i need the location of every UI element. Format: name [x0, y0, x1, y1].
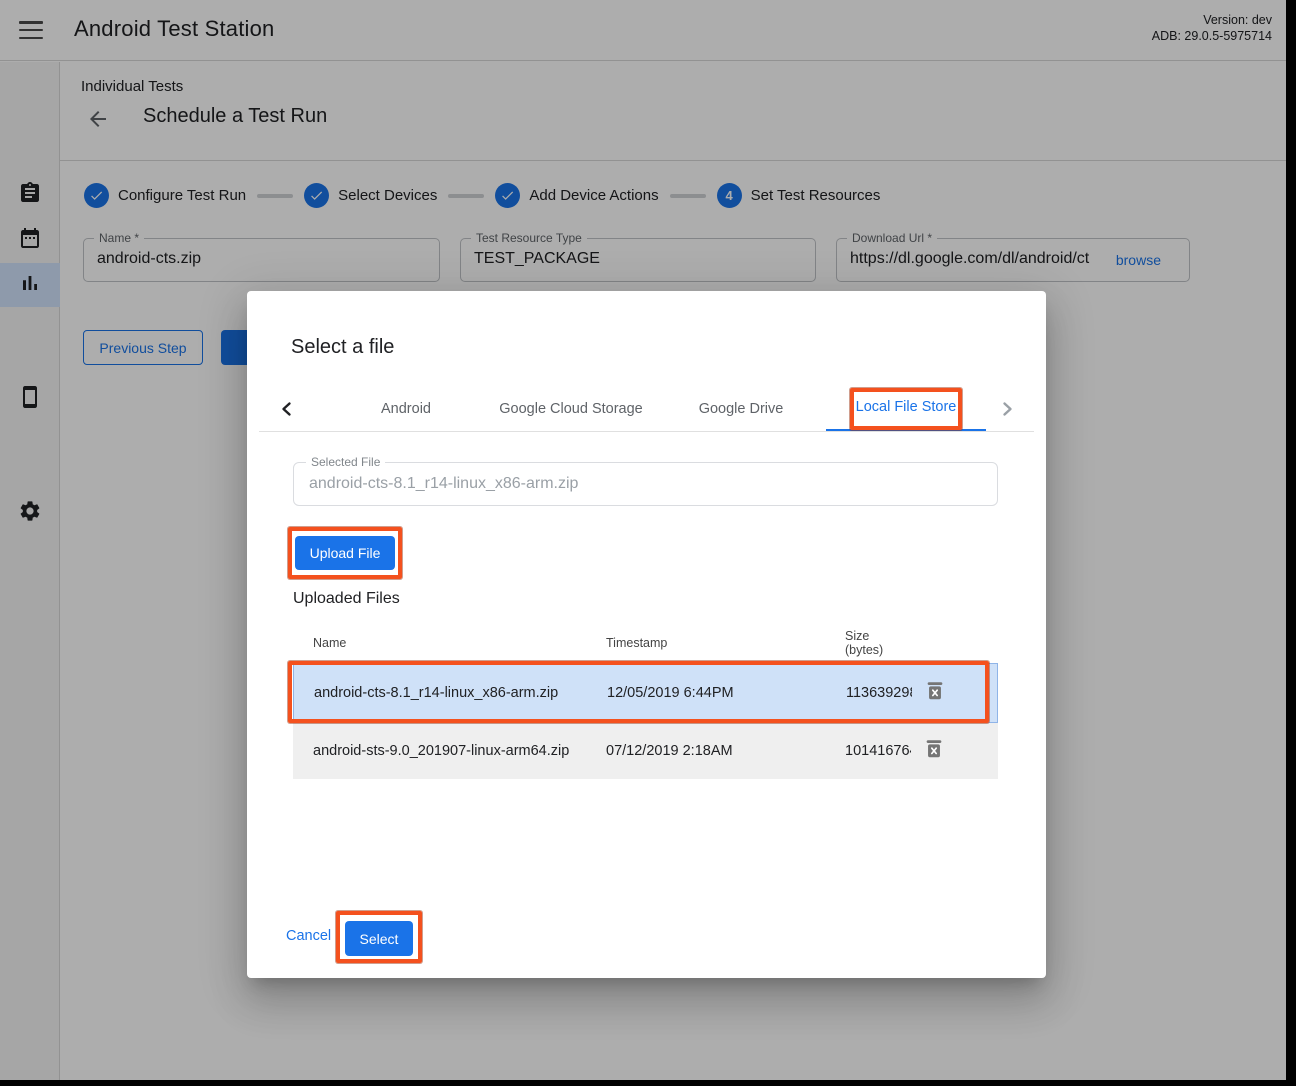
chevron-left-icon[interactable]	[273, 395, 301, 423]
select-button[interactable]: Select	[345, 921, 413, 956]
tab-google-drive[interactable]: Google Drive	[656, 385, 826, 432]
tab-google-cloud-storage[interactable]: Google Cloud Storage	[486, 385, 656, 432]
table-row-selected[interactable]: android-cts-8.1_r14-linux_x86-arm.zip 12…	[293, 663, 998, 723]
column-header-timestamp: Timestamp	[606, 636, 845, 650]
size-cell: 101416764	[845, 743, 911, 759]
table-header-row: Name Timestamp Size (bytes)	[293, 623, 998, 663]
tabbar-divider	[259, 431, 1034, 432]
trash-delete-icon[interactable]	[924, 690, 946, 706]
file-name-cell: android-cts-8.1_r14-linux_x86-arm.zip	[294, 685, 607, 701]
uploaded-files-table: Name Timestamp Size (bytes) android-cts-…	[293, 623, 998, 779]
selected-file-value: android-cts-8.1_r14-linux_x86-arm.zip	[309, 475, 989, 493]
table-row[interactable]: android-sts-9.0_201907-linux-arm64.zip 0…	[293, 723, 998, 779]
tab-local-file-store[interactable]: Local File Store	[826, 385, 986, 432]
cancel-button[interactable]: Cancel	[286, 928, 331, 944]
uploaded-files-title: Uploaded Files	[293, 590, 400, 608]
file-source-tabbar: Android Google Cloud Storage Google Driv…	[247, 385, 1046, 432]
timestamp-cell: 12/05/2019 6:44PM	[607, 685, 846, 701]
size-cell: 113639298	[846, 685, 912, 701]
tab-android[interactable]: Android	[326, 385, 486, 432]
selected-file-label: Selected File	[306, 455, 385, 469]
upload-file-button[interactable]: Upload File	[295, 536, 395, 570]
column-header-name: Name	[293, 636, 606, 650]
selected-file-field[interactable]: Selected File android-cts-8.1_r14-linux_…	[293, 462, 998, 506]
file-name-cell: android-sts-9.0_201907-linux-arm64.zip	[293, 743, 606, 759]
chevron-right-icon[interactable]	[993, 395, 1021, 423]
timestamp-cell: 07/12/2019 2:18AM	[606, 743, 845, 759]
dialog-title: Select a file	[291, 336, 394, 359]
column-header-size: Size (bytes)	[845, 629, 911, 657]
trash-delete-icon[interactable]	[923, 748, 945, 764]
select-a-file-dialog: Select a file Android Google Cloud Stora…	[247, 291, 1046, 978]
